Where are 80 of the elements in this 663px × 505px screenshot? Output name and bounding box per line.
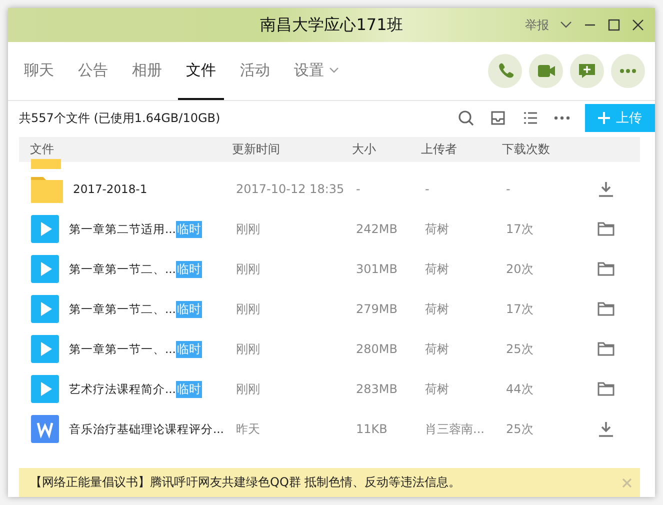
temporary-badge: 临时	[176, 300, 202, 318]
temporary-badge: 临时	[176, 260, 202, 278]
video-file-icon	[31, 375, 59, 403]
table-cell-text: 刚刚	[236, 260, 261, 278]
tab[interactable]: 文件	[178, 42, 224, 100]
folder-icon	[31, 159, 61, 169]
close-icon[interactable]	[631, 18, 645, 32]
file-name[interactable]: 第一章第二节适用...	[69, 222, 176, 236]
table-cell-text: 17次	[506, 220, 534, 238]
notice-text: 【网络正能量倡议书】腾讯呼吁网友共建绿色QQ群 抵制色情、反动等违法信息。	[30, 474, 461, 491]
table-cell-text: 刚刚	[236, 380, 261, 398]
table-cell-text: 25次	[506, 420, 534, 438]
table-cell-text: 刚刚	[236, 300, 261, 318]
download-icon[interactable]	[597, 180, 615, 198]
table-cell-text: 荷树	[425, 380, 450, 398]
folder-icon[interactable]	[597, 220, 615, 238]
table-cell-text: -	[356, 182, 362, 196]
table-cell-text: 2017-10-12 18:35	[236, 182, 346, 196]
table-cell-text: 280MB	[356, 342, 398, 356]
table-cell-text: 刚刚	[236, 220, 261, 238]
list-icon[interactable]	[521, 109, 539, 127]
video-file-icon	[31, 335, 59, 363]
table-cell-text: 44次	[506, 380, 534, 398]
maximize-icon[interactable]	[607, 18, 621, 32]
inbox-icon[interactable]	[489, 109, 507, 127]
table-cell-text: 242MB	[356, 222, 398, 236]
table-cell-text: 283MB	[356, 382, 398, 396]
column-header[interactable]: 更新时间	[232, 141, 352, 158]
video-file-icon	[31, 255, 59, 283]
file-name[interactable]: 2017-2018-1	[73, 182, 148, 196]
video-file-icon	[31, 295, 59, 323]
table-cell-text: 11KB	[356, 422, 388, 436]
column-header[interactable]: 文件	[19, 141, 232, 158]
column-header[interactable]: 大小	[352, 141, 421, 158]
more-icon[interactable]	[611, 54, 645, 88]
tab[interactable]: 设置	[286, 42, 348, 100]
download-icon[interactable]	[597, 420, 615, 438]
table-cell-text: 301MB	[356, 262, 398, 276]
table-cell-text: 肖三蓉南...	[425, 420, 486, 438]
video-call-icon[interactable]	[529, 54, 563, 88]
table-cell-text: 荷树	[425, 260, 450, 278]
table-cell-text: 20次	[506, 260, 534, 278]
file-name[interactable]: 第一章第一节二、...	[69, 302, 176, 316]
tab[interactable]: 聊天	[16, 42, 62, 100]
table-cell-text: 荷树	[425, 220, 450, 238]
folder-icon[interactable]	[597, 380, 615, 398]
tab[interactable]: 相册	[124, 42, 170, 100]
table-cell-text: 荷树	[425, 340, 450, 358]
file-name[interactable]: 音乐治疗基础理论课程评分...	[69, 422, 224, 436]
file-name[interactable]: 第一章第一节二、...	[69, 262, 176, 276]
table-cell-text: 25次	[506, 340, 534, 358]
video-file-icon	[31, 215, 59, 243]
column-header[interactable]: 上传者	[421, 141, 502, 158]
search-icon[interactable]	[457, 109, 475, 127]
plus-icon	[598, 112, 610, 124]
temporary-badge: 临时	[176, 340, 202, 358]
temporary-badge: 临时	[176, 220, 202, 238]
table-cell-text: -	[506, 182, 512, 196]
table-cell-text: 刚刚	[236, 340, 261, 358]
table-cell-text: 昨天	[236, 420, 261, 438]
table-cell-text: -	[425, 182, 430, 196]
file-summary: 共557个文件 (已使用1.64GB/10GB)	[19, 110, 220, 126]
file-name[interactable]: 艺术疗法课程简介...	[69, 382, 176, 396]
window-title: 南昌大学应心171班	[259, 14, 404, 36]
folder-icon[interactable]	[597, 340, 615, 358]
tab[interactable]: 公告	[70, 42, 116, 100]
table-cell-text: 279MB	[356, 302, 398, 316]
folder-icon[interactable]	[597, 300, 615, 318]
folder-icon[interactable]	[597, 260, 615, 278]
phone-icon[interactable]	[488, 54, 522, 88]
file-name[interactable]: 第一章第一节一、...	[69, 342, 176, 356]
table-cell-text: 荷树	[425, 300, 450, 318]
tab[interactable]: 活动	[232, 42, 278, 100]
column-header[interactable]: 下载次数	[502, 141, 577, 158]
temporary-badge: 临时	[176, 380, 202, 398]
report-button[interactable]: 举报	[525, 16, 549, 34]
table-cell-text: 17次	[506, 300, 534, 318]
message-add-icon[interactable]	[570, 54, 604, 88]
word-document-icon	[31, 415, 59, 443]
folder-icon	[31, 175, 63, 203]
